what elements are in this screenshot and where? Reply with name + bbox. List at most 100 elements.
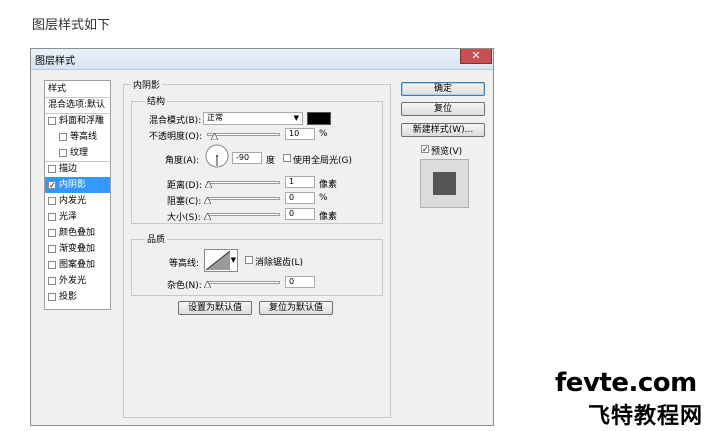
watermark-brand: 飞特教程网 bbox=[588, 404, 704, 429]
size-slider-thumb[interactable] bbox=[204, 213, 211, 220]
dialog-title: 图层样式 bbox=[35, 56, 75, 67]
preview-label: 预览(V) bbox=[431, 147, 463, 157]
choke-input[interactable]: 0 bbox=[285, 192, 315, 204]
structure-title: 结构 bbox=[145, 94, 168, 107]
style-item-label: 外发光 bbox=[59, 276, 87, 286]
blend-options-item[interactable]: 混合选项:默认 bbox=[45, 97, 110, 114]
global-light-checkbox[interactable] bbox=[283, 154, 291, 162]
style-item[interactable]: 外发光 bbox=[45, 273, 110, 289]
contour-linear-icon bbox=[206, 251, 230, 270]
checkmark-icon: ✓ bbox=[422, 145, 429, 154]
size-input[interactable]: 0 bbox=[285, 208, 315, 220]
preview-thumbnail bbox=[433, 172, 456, 195]
choke-label: 阻塞(C): bbox=[167, 197, 202, 207]
style-item-label: 等高线 bbox=[70, 132, 98, 142]
close-button[interactable]: ✕ bbox=[460, 49, 492, 64]
noise-slider-thumb[interactable] bbox=[204, 281, 211, 288]
checkmark-icon: ✓ bbox=[49, 181, 56, 190]
reset-default-button[interactable]: 复位为默认值 bbox=[259, 301, 333, 315]
style-item-label: 内阴影 bbox=[59, 180, 87, 190]
size-slider-track[interactable] bbox=[207, 213, 280, 216]
make-default-button[interactable]: 设置为默认值 bbox=[178, 301, 252, 315]
distance-label: 距离(D): bbox=[167, 181, 202, 191]
style-item[interactable]: 斜面和浮雕 bbox=[45, 113, 110, 129]
style-item[interactable]: 渐变叠加 bbox=[45, 241, 110, 257]
style-item-checkbox[interactable] bbox=[48, 261, 56, 269]
style-item[interactable]: 描边 bbox=[45, 161, 110, 177]
styles-list-header[interactable]: 样式 bbox=[45, 81, 110, 98]
noise-slider-track[interactable] bbox=[207, 281, 280, 284]
style-item-checkbox[interactable]: ✓ bbox=[48, 181, 56, 190]
style-item[interactable]: 光泽 bbox=[45, 209, 110, 225]
style-item-checkbox[interactable] bbox=[48, 117, 56, 125]
opacity-label: 不透明度(O): bbox=[149, 132, 203, 142]
blend-mode-select[interactable]: 正常 ▼ bbox=[203, 112, 303, 125]
antialias-label: 消除锯齿(L) bbox=[255, 258, 304, 268]
distance-input[interactable]: 1 bbox=[285, 176, 315, 188]
size-label: 大小(S): bbox=[167, 213, 201, 223]
reset-button[interactable]: 复位 bbox=[401, 102, 485, 116]
opacity-input[interactable]: 10 bbox=[285, 128, 315, 140]
styles-header-label: 样式 bbox=[48, 84, 67, 94]
watermark-domain: fevte.com bbox=[555, 368, 697, 398]
layer-style-dialog: 图层样式 ✕ 样式 混合选项:默认 斜面和浮雕 等高线 纹理 描边 ✓ 内阴影 内发光 光泽颜… bbox=[30, 48, 494, 426]
opacity-slider-thumb[interactable] bbox=[211, 133, 219, 140]
style-item[interactable]: 内发光 bbox=[45, 193, 110, 209]
style-item-checkbox[interactable] bbox=[59, 133, 67, 141]
style-item-checkbox[interactable] bbox=[48, 165, 56, 173]
noise-input[interactable]: 0 bbox=[285, 276, 315, 288]
noise-label: 杂色(N): bbox=[167, 281, 202, 291]
style-item[interactable]: 纹理 bbox=[45, 145, 110, 162]
style-item-label: 渐变叠加 bbox=[59, 244, 96, 254]
style-item[interactable]: 等高线 bbox=[45, 129, 110, 145]
style-item[interactable]: 投影 bbox=[45, 289, 110, 305]
style-item-checkbox[interactable] bbox=[48, 197, 56, 205]
angle-label: 角度(A): bbox=[165, 156, 200, 166]
contour-label: 等高线: bbox=[169, 259, 200, 269]
styles-list: 样式 混合选项:默认 斜面和浮雕 等高线 纹理 描边 ✓ 内阴影 内发光 光泽 颜色叠加 渐变叠加… bbox=[44, 80, 111, 310]
style-item-label: 光泽 bbox=[59, 212, 78, 222]
style-item-label: 内发光 bbox=[59, 196, 87, 206]
inner-shadow-title: 内阴影 bbox=[131, 78, 163, 91]
style-item-checkbox[interactable] bbox=[48, 277, 56, 285]
shadow-color-swatch[interactable] bbox=[307, 112, 331, 125]
distance-slider-thumb[interactable] bbox=[204, 181, 212, 188]
style-item-label: 颜色叠加 bbox=[59, 228, 96, 238]
style-item[interactable]: 图案叠加 bbox=[45, 257, 110, 273]
choke-slider-track[interactable] bbox=[207, 197, 280, 200]
preview-swatch bbox=[420, 159, 469, 208]
style-item[interactable]: 颜色叠加 bbox=[45, 225, 110, 241]
opacity-unit: % bbox=[319, 129, 328, 139]
angle-dial-icon[interactable] bbox=[205, 144, 229, 168]
style-item-label: 斜面和浮雕 bbox=[59, 116, 105, 126]
page-caption: 图层样式如下 bbox=[32, 18, 111, 33]
new-style-button[interactable]: 新建样式(W)... bbox=[401, 123, 485, 137]
style-item-checkbox[interactable] bbox=[48, 213, 56, 221]
contour-picker[interactable]: ▼ bbox=[204, 249, 238, 272]
blend-mode-value: 正常 bbox=[207, 113, 223, 122]
angle-input[interactable]: -90 bbox=[232, 152, 262, 164]
style-item-checkbox[interactable] bbox=[59, 149, 67, 157]
dialog-titlebar: 图层样式 ✕ bbox=[31, 49, 493, 70]
global-light-label: 使用全局光(G) bbox=[293, 156, 352, 166]
quality-title: 品质 bbox=[145, 232, 168, 245]
style-item-label: 描边 bbox=[59, 164, 78, 174]
choke-slider-thumb[interactable] bbox=[204, 197, 211, 204]
distance-slider-track[interactable] bbox=[207, 181, 280, 184]
contour-chevron-down-icon: ▼ bbox=[230, 256, 236, 264]
angle-unit: 度 bbox=[266, 156, 276, 166]
antialias-checkbox[interactable] bbox=[245, 256, 253, 264]
style-item-label: 图案叠加 bbox=[59, 260, 96, 270]
style-item[interactable]: ✓ 内阴影 bbox=[45, 177, 110, 193]
style-item-checkbox[interactable] bbox=[48, 245, 56, 253]
chevron-down-icon: ▼ bbox=[293, 114, 299, 122]
choke-unit: % bbox=[319, 193, 328, 203]
blend-mode-label: 混合模式(B): bbox=[149, 116, 202, 126]
style-item-label: 投影 bbox=[59, 292, 78, 302]
style-item-checkbox[interactable] bbox=[48, 229, 56, 237]
ok-button[interactable]: 确定 bbox=[401, 82, 485, 96]
style-item-label: 纹理 bbox=[70, 148, 89, 158]
preview-checkbox[interactable]: ✓ bbox=[421, 145, 429, 154]
style-item-checkbox[interactable] bbox=[48, 293, 56, 301]
distance-unit: 像素 bbox=[319, 180, 338, 190]
